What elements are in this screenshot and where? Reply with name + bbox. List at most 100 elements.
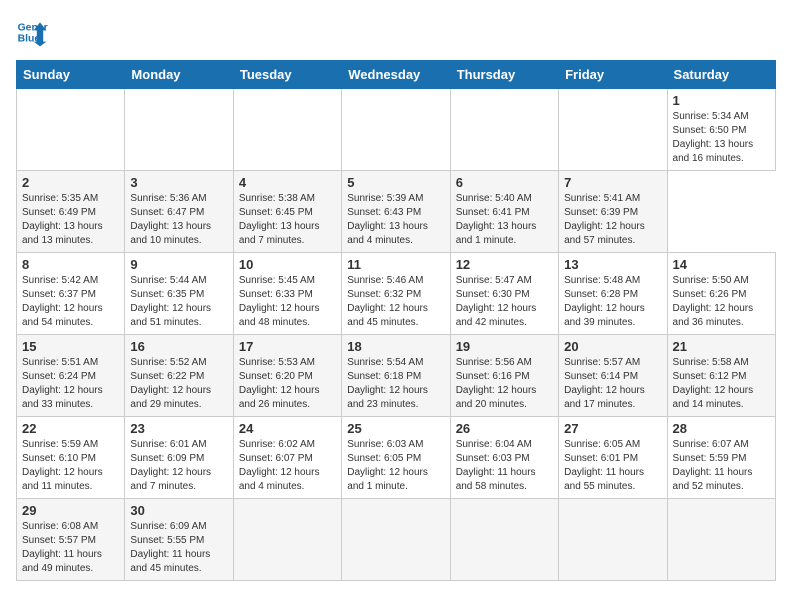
- day-info: Sunrise: 5:51 AMSunset: 6:24 PMDaylight:…: [22, 356, 119, 412]
- day-of-week-header: Wednesday: [342, 61, 450, 89]
- day-number: 7: [564, 175, 661, 190]
- calendar-cell: 26 Sunrise: 6:04 AMSunset: 6:03 PMDayligh…: [450, 417, 558, 499]
- day-of-week-header: Tuesday: [233, 61, 341, 89]
- day-info: Sunrise: 6:02 AMSunset: 6:07 PMDaylight:…: [239, 438, 336, 494]
- day-info: Sunrise: 5:46 AMSunset: 6:32 PMDaylight:…: [347, 274, 444, 330]
- day-info: Sunrise: 5:47 AMSunset: 6:30 PMDaylight:…: [456, 274, 553, 330]
- day-number: 17: [239, 339, 336, 354]
- day-info: Sunrise: 6:04 AMSunset: 6:03 PMDaylight:…: [456, 438, 553, 494]
- calendar-cell: 23Sunrise: 6:01 AMSunset: 6:09 PMDayligh…: [125, 417, 233, 499]
- calendar-cell: 10 Sunrise: 5:45 AMSunset: 6:33 PMDayligh…: [233, 253, 341, 335]
- logo-icon: General Blue: [16, 16, 48, 48]
- header: General Blue: [16, 16, 776, 48]
- calendar-cell: 13 Sunrise: 5:48 AMSunset: 6:28 PMDayligh…: [559, 253, 667, 335]
- day-number: 27: [564, 421, 661, 436]
- calendar-cell: 2Sunrise: 5:35 AMSunset: 6:49 PMDaylight…: [17, 171, 125, 253]
- day-info: Sunrise: 5:58 AMSunset: 6:12 PMDaylight:…: [673, 356, 770, 412]
- day-info: Sunrise: 5:53 AMSunset: 6:20 PMDaylight:…: [239, 356, 336, 412]
- day-of-week-header: Saturday: [667, 61, 775, 89]
- day-info: Sunrise: 6:08 AMSunset: 5:57 PMDaylight:…: [22, 520, 119, 576]
- calendar-week: 22 Sunrise: 5:59 AMSunset: 6:10 PMDayligh…: [17, 417, 776, 499]
- day-number: 16: [130, 339, 227, 354]
- day-number: 19: [456, 339, 553, 354]
- calendar-cell: 20 Sunrise: 5:57 AMSunset: 6:14 PMDayligh…: [559, 335, 667, 417]
- calendar-cell: 1Sunrise: 5:34 AMSunset: 6:50 PMDaylight…: [667, 89, 775, 171]
- day-number: 2: [22, 175, 119, 190]
- day-number: 14: [673, 257, 770, 272]
- day-info: Sunrise: 5:36 AMSunset: 6:47 PMDaylight:…: [130, 192, 227, 248]
- day-info: Sunrise: 5:57 AMSunset: 6:14 PMDaylight:…: [564, 356, 661, 412]
- calendar-week: 1Sunrise: 5:34 AMSunset: 6:50 PMDaylight…: [17, 89, 776, 171]
- day-number: 12: [456, 257, 553, 272]
- calendar-cell: [17, 89, 125, 171]
- day-info: Sunrise: 6:03 AMSunset: 6:05 PMDaylight:…: [347, 438, 444, 494]
- calendar-cell: 25 Sunrise: 6:03 AMSunset: 6:05 PMDayligh…: [342, 417, 450, 499]
- day-number: 8: [22, 257, 119, 272]
- calendar-cell: 24 Sunrise: 6:02 AMSunset: 6:07 PMDayligh…: [233, 417, 341, 499]
- day-info: Sunrise: 5:39 AMSunset: 6:43 PMDaylight:…: [347, 192, 444, 248]
- calendar-cell: 16 Sunrise: 5:52 AMSunset: 6:22 PMDayligh…: [125, 335, 233, 417]
- day-number: 24: [239, 421, 336, 436]
- day-info: Sunrise: 5:52 AMSunset: 6:22 PMDaylight:…: [130, 356, 227, 412]
- calendar-cell: [450, 499, 558, 581]
- day-number: 21: [673, 339, 770, 354]
- day-number: 4: [239, 175, 336, 190]
- day-number: 29: [22, 503, 119, 518]
- calendar-cell: 29 Sunrise: 6:08 AMSunset: 5:57 PMDayligh…: [17, 499, 125, 581]
- day-number: 9: [130, 257, 227, 272]
- calendar-cell: 8 Sunrise: 5:42 AMSunset: 6:37 PMDaylight…: [17, 253, 125, 335]
- calendar-cell: 18 Sunrise: 5:54 AMSunset: 6:18 PMDayligh…: [342, 335, 450, 417]
- day-number: 18: [347, 339, 444, 354]
- day-of-week-header: Sunday: [17, 61, 125, 89]
- day-of-week-header: Thursday: [450, 61, 558, 89]
- day-info: Sunrise: 6:07 AMSunset: 5:59 PMDaylight:…: [673, 438, 770, 494]
- calendar-cell: [450, 89, 558, 171]
- day-number: 6: [456, 175, 553, 190]
- day-info: Sunrise: 5:48 AMSunset: 6:28 PMDaylight:…: [564, 274, 661, 330]
- calendar-cell: 9Sunrise: 5:44 AMSunset: 6:35 PMDaylight…: [125, 253, 233, 335]
- day-number: 30: [130, 503, 227, 518]
- day-info: Sunrise: 5:38 AMSunset: 6:45 PMDaylight:…: [239, 192, 336, 248]
- calendar: SundayMondayTuesdayWednesdayThursdayFrid…: [16, 60, 776, 581]
- day-number: 22: [22, 421, 119, 436]
- calendar-cell: 14 Sunrise: 5:50 AMSunset: 6:26 PMDayligh…: [667, 253, 775, 335]
- calendar-week: 29 Sunrise: 6:08 AMSunset: 5:57 PMDayligh…: [17, 499, 776, 581]
- day-info: Sunrise: 5:45 AMSunset: 6:33 PMDaylight:…: [239, 274, 336, 330]
- day-number: 20: [564, 339, 661, 354]
- day-number: 13: [564, 257, 661, 272]
- calendar-week: 2Sunrise: 5:35 AMSunset: 6:49 PMDaylight…: [17, 171, 776, 253]
- calendar-cell: 17 Sunrise: 5:53 AMSunset: 6:20 PMDayligh…: [233, 335, 341, 417]
- day-info: Sunrise: 5:56 AMSunset: 6:16 PMDaylight:…: [456, 356, 553, 412]
- logo: General Blue: [16, 16, 48, 48]
- calendar-cell: 6Sunrise: 5:40 AMSunset: 6:41 PMDaylight…: [450, 171, 558, 253]
- day-info: Sunrise: 6:05 AMSunset: 6:01 PMDaylight:…: [564, 438, 661, 494]
- calendar-week: 15Sunrise: 5:51 AMSunset: 6:24 PMDayligh…: [17, 335, 776, 417]
- calendar-cell: 12 Sunrise: 5:47 AMSunset: 6:30 PMDayligh…: [450, 253, 558, 335]
- day-info: Sunrise: 5:41 AMSunset: 6:39 PMDaylight:…: [564, 192, 661, 248]
- calendar-week: 8 Sunrise: 5:42 AMSunset: 6:37 PMDaylight…: [17, 253, 776, 335]
- calendar-cell: [233, 89, 341, 171]
- day-of-week-header: Friday: [559, 61, 667, 89]
- day-info: Sunrise: 6:01 AMSunset: 6:09 PMDaylight:…: [130, 438, 227, 494]
- calendar-cell: [559, 89, 667, 171]
- calendar-cell: 11 Sunrise: 5:46 AMSunset: 6:32 PMDayligh…: [342, 253, 450, 335]
- day-number: 11: [347, 257, 444, 272]
- calendar-cell: [342, 89, 450, 171]
- calendar-cell: 28Sunrise: 6:07 AMSunset: 5:59 PMDayligh…: [667, 417, 775, 499]
- day-number: 5: [347, 175, 444, 190]
- day-info: Sunrise: 5:54 AMSunset: 6:18 PMDaylight:…: [347, 356, 444, 412]
- calendar-cell: 22 Sunrise: 5:59 AMSunset: 6:10 PMDayligh…: [17, 417, 125, 499]
- day-number: 26: [456, 421, 553, 436]
- calendar-cell: [342, 499, 450, 581]
- calendar-cell: 19 Sunrise: 5:56 AMSunset: 6:16 PMDayligh…: [450, 335, 558, 417]
- day-number: 25: [347, 421, 444, 436]
- calendar-cell: [559, 499, 667, 581]
- calendar-cell: [667, 499, 775, 581]
- day-info: Sunrise: 5:42 AMSunset: 6:37 PMDaylight:…: [22, 274, 119, 330]
- calendar-cell: 30Sunrise: 6:09 AMSunset: 5:55 PMDayligh…: [125, 499, 233, 581]
- calendar-cell: 5 Sunrise: 5:39 AMSunset: 6:43 PMDaylight…: [342, 171, 450, 253]
- day-number: 10: [239, 257, 336, 272]
- day-info: Sunrise: 5:50 AMSunset: 6:26 PMDaylight:…: [673, 274, 770, 330]
- calendar-cell: 15Sunrise: 5:51 AMSunset: 6:24 PMDayligh…: [17, 335, 125, 417]
- day-info: Sunrise: 5:59 AMSunset: 6:10 PMDaylight:…: [22, 438, 119, 494]
